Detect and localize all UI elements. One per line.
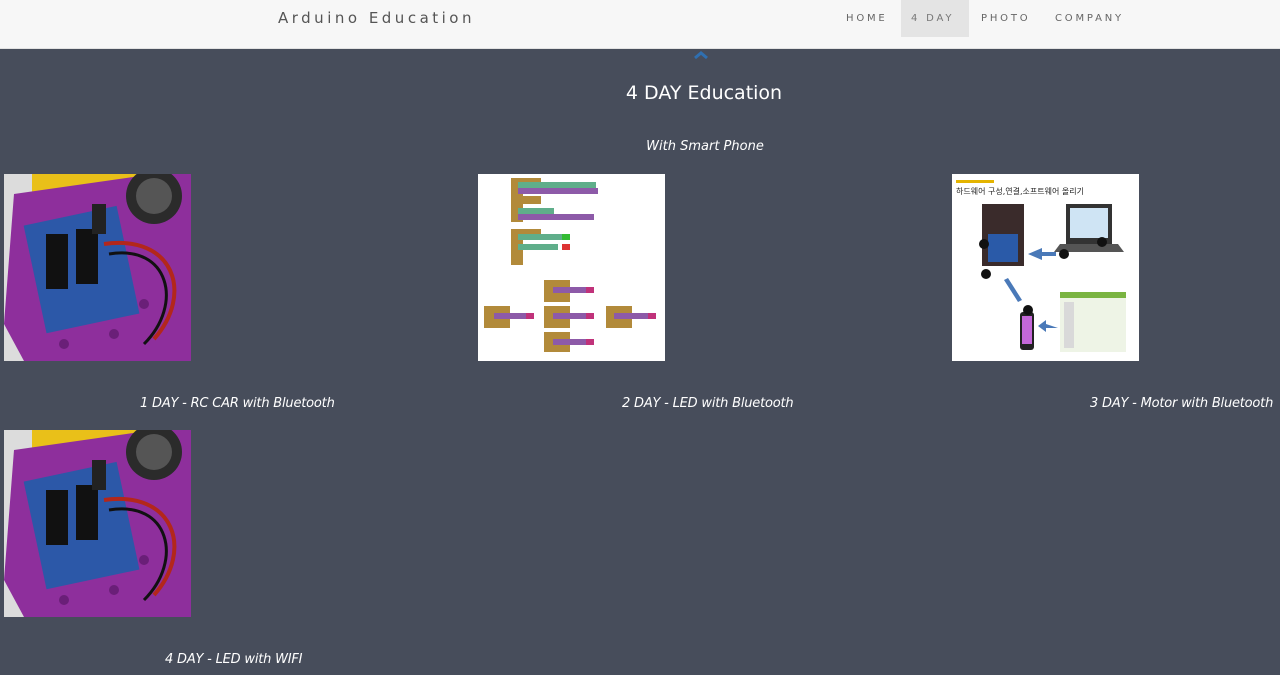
card-caption-4[interactable]: 4 DAY - LED with WIFI [165, 652, 303, 667]
brand-logo-text[interactable]: Arduino Education [278, 9, 475, 27]
scroll-up-chevron-icon[interactable] [692, 49, 710, 61]
diagram-heading-text: 하드웨어 구성,연결,소프트웨어 올리기 [956, 186, 1084, 196]
page-title: 4 DAY Education [625, 82, 783, 104]
main-nav: HOME 4 DAY PHOTO COMPANY [836, 0, 1124, 37]
card-caption-3[interactable]: 3 DAY - Motor with Bluetooth [1090, 396, 1273, 411]
card-image-4-rc-car[interactable] [4, 430, 191, 617]
nav-item-photo[interactable]: PHOTO [969, 0, 1045, 37]
card-image-1-rc-car[interactable] [4, 174, 191, 361]
card-image-3-hardware-diagram[interactable]: 하드웨어 구성,연결,소프트웨어 올리기 [952, 174, 1139, 361]
page-subtitle: With Smart Phone [646, 139, 764, 154]
card-caption-2[interactable]: 2 DAY - LED with Bluetooth [622, 396, 794, 411]
nav-item-4-day[interactable]: 4 DAY [901, 0, 969, 37]
nav-item-company[interactable]: COMPANY [1045, 0, 1124, 37]
card-image-2-block-code[interactable] [478, 174, 665, 361]
top-navigation-bar: Arduino Education HOME 4 DAY PHOTO COMPA… [0, 0, 1280, 49]
card-caption-1[interactable]: 1 DAY - RC CAR with Bluetooth [140, 396, 335, 411]
nav-item-home[interactable]: HOME [836, 0, 901, 37]
